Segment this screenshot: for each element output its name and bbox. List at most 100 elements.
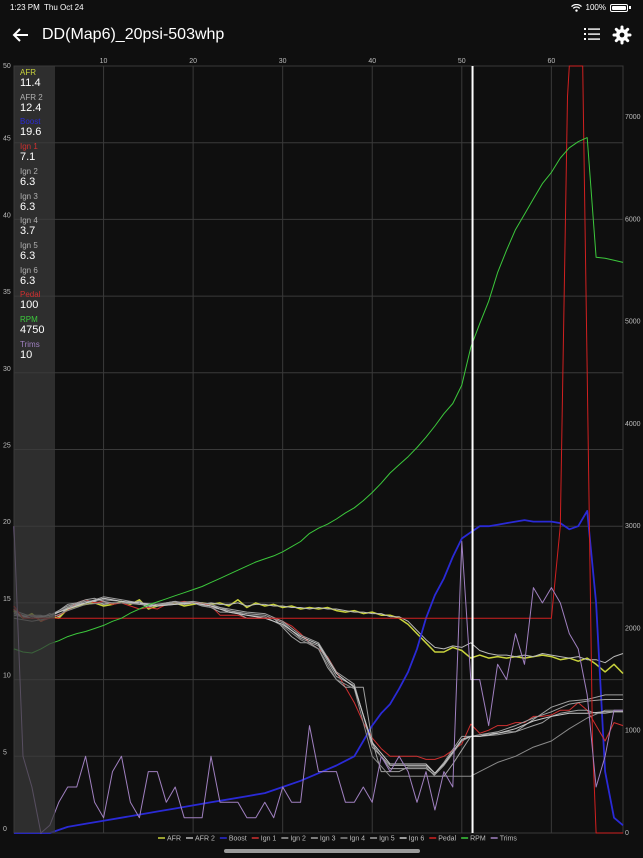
readout-label: Ign 1 bbox=[20, 142, 38, 152]
readout-label: Pedal bbox=[20, 290, 41, 300]
readout-item: RPM 4750 bbox=[20, 315, 44, 336]
y-left-tick-label: 5 bbox=[3, 749, 7, 756]
readout-label: AFR bbox=[20, 68, 36, 77]
y-right-tick-label: 3000 bbox=[625, 523, 641, 530]
y-left-tick-label: 15 bbox=[3, 596, 11, 603]
readout-value: 12.4 bbox=[20, 101, 42, 114]
legend-label: Ign 2 bbox=[290, 836, 306, 843]
readout-value: 11.4 bbox=[20, 77, 41, 89]
readout-item: Ign 6 6.3 bbox=[20, 266, 38, 287]
readout-label: Trims bbox=[20, 339, 40, 349]
readout-value: 4750 bbox=[20, 324, 45, 336]
readout-value: 7.1 bbox=[20, 151, 36, 164]
y-left-tick-label: 35 bbox=[3, 289, 11, 296]
readout-label: Ign 6 bbox=[20, 265, 38, 275]
readout-item: Ign 2 6.3 bbox=[20, 167, 38, 188]
settings-button[interactable] bbox=[612, 25, 632, 45]
readout-item: Boost 19.6 bbox=[20, 117, 41, 138]
y-right-tick-label: 2000 bbox=[625, 625, 641, 632]
series-line-boost bbox=[14, 509, 624, 834]
status-right: 100% bbox=[570, 3, 631, 12]
legend-label: Pedal bbox=[438, 836, 456, 843]
y-right-tick-label: 6000 bbox=[625, 216, 641, 223]
y-right-tick-label: 7000 bbox=[625, 114, 641, 121]
y-left-tick-label: 50 bbox=[3, 63, 11, 70]
legend-label: AFR 2 bbox=[195, 836, 215, 843]
readout-value: 100 bbox=[20, 299, 39, 312]
readout-label: RPM bbox=[20, 315, 38, 324]
legend-label: AFR bbox=[167, 836, 181, 843]
x-tick-label: 10 bbox=[100, 58, 108, 65]
y-right-tick-label: 1000 bbox=[625, 728, 641, 735]
series-line-ign-4 bbox=[13, 602, 623, 777]
y-right-tick-label: 0 bbox=[625, 830, 629, 837]
arrow-left-icon bbox=[12, 28, 28, 42]
readout-value: 6.3 bbox=[20, 200, 36, 213]
app-bar: DD(Map6)_20psi-503whp bbox=[0, 16, 643, 56]
readout-label: Ign 3 bbox=[20, 191, 38, 201]
legend-label: RPM bbox=[470, 836, 486, 843]
readout-label: Ign 5 bbox=[20, 240, 38, 250]
readout-item: Ign 4 3.7 bbox=[20, 216, 38, 237]
x-tick-label: 50 bbox=[458, 58, 466, 65]
axis-tick-labels: 10 20 30 40 50 60 0 5 10 15 20 25 30 35 40 45 50 0 1000 200… bbox=[3, 58, 641, 837]
legend-label: Ign 1 bbox=[261, 836, 277, 843]
y-left-tick-label: 0 bbox=[3, 826, 7, 833]
readout-item: Trims 10 bbox=[20, 340, 40, 361]
battery-icon bbox=[610, 3, 628, 12]
chart-legend: AFR AFR 2 Boost Ign 1 Ign 2 Ign 3 Ign 4 Ign 5 Ig… bbox=[158, 836, 517, 843]
readout-value: 6.3 bbox=[20, 175, 36, 188]
battery-percent: 100% bbox=[585, 3, 606, 12]
legend-label: Boost bbox=[229, 836, 247, 843]
list-icon bbox=[584, 28, 600, 40]
readout-item: Pedal 100 bbox=[20, 290, 40, 311]
readout-label: AFR 2 bbox=[20, 92, 43, 102]
series-line-afr-2 bbox=[13, 600, 624, 664]
series-line-rpm bbox=[13, 137, 624, 654]
home-indicator[interactable] bbox=[224, 849, 420, 853]
legend-label: Ign 6 bbox=[409, 836, 425, 843]
y-left-tick-label: 40 bbox=[3, 212, 11, 219]
legend-label: Ign 3 bbox=[320, 836, 336, 843]
readout-value: 19.6 bbox=[20, 126, 42, 139]
values-panel: AFR 11.4 AFR 2 12.4 Boost 19.6 Ign 1 7.1 Ign 2 6.… bbox=[14, 66, 55, 833]
y-left-tick-label: 30 bbox=[3, 366, 11, 373]
y-right-tick-label: 5000 bbox=[625, 319, 641, 326]
y-left-tick-label: 10 bbox=[3, 673, 11, 680]
back-button[interactable] bbox=[10, 24, 32, 46]
legend-label: Trims bbox=[500, 836, 518, 843]
readout-label: Boost bbox=[20, 117, 41, 127]
readout-label: Ign 4 bbox=[20, 216, 38, 226]
readout-item: Ign 3 6.3 bbox=[20, 192, 38, 213]
readout-item: Ign 1 7.1 bbox=[20, 142, 38, 163]
status-time: 1:23 PM bbox=[10, 3, 40, 12]
y-left-tick-label: 25 bbox=[3, 443, 11, 450]
readout-value: 6.3 bbox=[20, 274, 36, 287]
y-left-tick-label: 20 bbox=[3, 519, 11, 526]
x-tick-label: 40 bbox=[368, 58, 376, 65]
status-date: Thu Oct 24 bbox=[44, 3, 84, 12]
series-line-ign-3 bbox=[13, 596, 623, 774]
page-title: DD(Map6)_20psi-503whp bbox=[42, 26, 225, 43]
legend-label: Ign 4 bbox=[349, 836, 365, 843]
readout-value: 6.3 bbox=[20, 249, 36, 262]
y-left-tick-label: 45 bbox=[3, 136, 11, 143]
x-tick-label: 20 bbox=[189, 58, 197, 65]
series-line-afr bbox=[13, 599, 624, 675]
readout-label: Ign 2 bbox=[20, 166, 38, 176]
readout-item: Ign 5 6.3 bbox=[20, 241, 38, 262]
gear-icon bbox=[612, 25, 632, 45]
list-button[interactable] bbox=[582, 25, 602, 45]
status-bar: 1:23 PM Thu Oct 24 100% bbox=[0, 0, 643, 16]
battery-tip bbox=[629, 6, 631, 9]
legend-label: Ign 5 bbox=[379, 836, 395, 843]
x-tick-label: 60 bbox=[547, 58, 555, 65]
wifi-icon bbox=[570, 3, 582, 12]
x-tick-label: 30 bbox=[279, 58, 287, 65]
readout-value: 3.7 bbox=[20, 225, 36, 238]
readout-item: AFR 2 12.4 bbox=[20, 93, 43, 114]
readout-value: 10 bbox=[20, 348, 33, 361]
y-right-tick-label: 4000 bbox=[625, 421, 641, 428]
chart[interactable]: 10 20 30 40 50 60 0 5 10 15 20 25 30 35 40 45 50 0 1000 200… bbox=[0, 56, 643, 846]
readout-item: AFR 11.4 bbox=[20, 68, 41, 89]
